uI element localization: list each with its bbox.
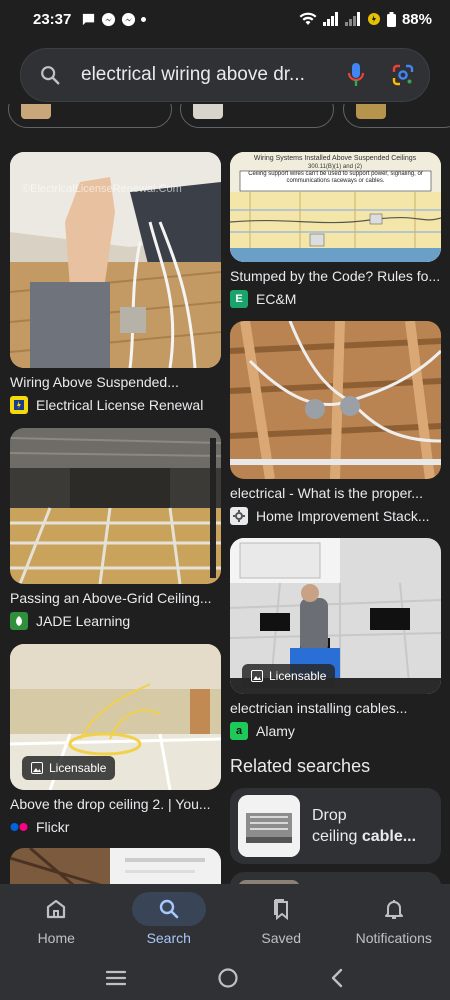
diagram-ref: 300.11(B)(1) and (2)	[308, 164, 362, 170]
filter-chip[interactable]	[343, 104, 450, 128]
result-source[interactable]: Flickr	[10, 818, 221, 836]
related-searches-heading: Related searches	[230, 756, 371, 776]
result-image[interactable]	[10, 428, 221, 584]
messenger-icon	[102, 12, 116, 26]
source-name: Home Improvement Stack...	[256, 508, 430, 524]
licensable-badge: Licensable	[22, 756, 116, 780]
nav-search[interactable]: Search	[113, 884, 226, 956]
wifi-icon	[299, 12, 317, 25]
licensable-badge: Licensable	[242, 664, 336, 688]
source-favicon-icon	[10, 396, 28, 414]
related-search-line2: ceiling cable...	[312, 826, 416, 847]
search-icon	[159, 899, 179, 919]
image-result[interactable]: ©ElectricalLicenseRenewal.Com Wiring Abo…	[10, 152, 221, 414]
result-source[interactable]: JADE Learning	[10, 612, 221, 630]
filter-chip[interactable]	[180, 104, 334, 128]
image-watermark: ©ElectricalLicenseRenewal.Com	[22, 183, 182, 195]
status-time: 23:37	[33, 10, 72, 28]
search-query[interactable]: electrical wiring above dr...	[81, 64, 347, 86]
battery-percent: 88%	[401, 10, 432, 28]
result-source[interactable]: Home Improvement Stack...	[230, 507, 441, 525]
licensable-label: Licensable	[269, 669, 327, 683]
result-caption: electrical - What is the proper...	[230, 485, 423, 501]
nav-home[interactable]: Home	[0, 884, 113, 956]
source-name: JADE Learning	[36, 613, 131, 629]
search-icon	[39, 64, 61, 86]
microphone-icon[interactable]	[347, 62, 365, 88]
related-search-prefix: ceiling	[312, 828, 362, 845]
diagram-title: Wiring Systems Installed Above Suspended…	[254, 155, 417, 162]
source-name: Flickr	[36, 819, 70, 835]
result-source[interactable]: Electrical License Renewal	[10, 396, 221, 414]
filter-chip[interactable]	[8, 104, 172, 128]
source-favicon-icon: E	[230, 290, 248, 308]
system-navigation	[0, 956, 450, 1000]
source-favicon-icon	[230, 507, 248, 525]
result-image[interactable]: Licensable	[230, 538, 441, 694]
google-lens-icon[interactable]	[391, 63, 415, 87]
status-bar: 23:37 88%	[0, 0, 450, 38]
image-icon	[31, 762, 43, 774]
result-image[interactable]: Wiring Systems Installed Above Suspended…	[230, 152, 441, 262]
back-icon[interactable]	[329, 967, 345, 989]
source-name: Alamy	[256, 723, 295, 739]
related-search-bold: cable...	[361, 828, 417, 845]
source-favicon-icon: a	[230, 722, 248, 740]
notification-icons	[81, 12, 147, 27]
related-search-thumbnail	[238, 795, 300, 857]
image-icon	[251, 670, 263, 682]
home-button-icon[interactable]	[217, 967, 239, 989]
nav-notifications-label: Notifications	[355, 930, 432, 946]
bottom-navigation: Home Search Saved Notifications	[0, 884, 450, 956]
signal-icon	[322, 12, 338, 26]
image-result[interactable]: Licensable electrician installing cables…	[230, 538, 441, 740]
source-favicon-icon	[10, 612, 28, 630]
status-right: 88%	[299, 11, 432, 28]
image-result[interactable]: electrical - What is the proper... Home …	[230, 321, 441, 525]
recent-apps-icon[interactable]	[105, 969, 127, 987]
result-image[interactable]	[230, 321, 441, 479]
battery-icon	[386, 11, 396, 27]
result-caption: Passing an Above-Grid Ceiling...	[10, 590, 212, 606]
nav-notifications[interactable]: Notifications	[338, 884, 450, 956]
source-name: EC&M	[256, 291, 297, 307]
result-source[interactable]: E EC&M	[230, 290, 441, 308]
data-saver-icon	[367, 13, 380, 25]
nav-home-label: Home	[37, 930, 75, 946]
nav-search-label: Search	[146, 930, 191, 946]
flickr-icon	[10, 818, 28, 836]
search-bar[interactable]: electrical wiring above dr...	[20, 48, 430, 102]
result-caption: Wiring Above Suspended...	[10, 374, 179, 390]
filter-chips-row	[0, 104, 450, 130]
bell-icon	[384, 900, 403, 919]
screen: 23:37 88% electrical wiring above dr...	[0, 0, 450, 1000]
licensable-label: Licensable	[49, 761, 107, 775]
home-icon	[47, 899, 66, 919]
result-image[interactable]: ©ElectricalLicenseRenewal.Com	[10, 152, 221, 368]
image-result[interactable]: Licensable Above the drop ceiling 2. | Y…	[10, 644, 221, 836]
image-result[interactable]: Wiring Systems Installed Above Suspended…	[230, 152, 441, 308]
image-result[interactable]: Passing an Above-Grid Ceiling... JADE Le…	[10, 428, 221, 630]
diagram-note: Ceiling support wires can't be used to s…	[248, 171, 423, 184]
source-name: Electrical License Renewal	[36, 397, 204, 413]
more-notifications-dot	[141, 16, 147, 22]
messenger-icon-2	[122, 12, 136, 26]
result-source[interactable]: a Alamy	[230, 722, 441, 740]
result-caption: electrician installing cables...	[230, 700, 408, 716]
chat-icon	[83, 13, 95, 25]
result-caption: Above the drop ceiling 2. | You...	[10, 796, 211, 812]
related-search-item[interactable]: Drop ceiling cable...	[230, 788, 441, 864]
result-image[interactable]: Licensable	[10, 644, 221, 790]
result-caption: Stumped by the Code? Rules fo...	[230, 268, 441, 284]
signal-icon-2	[344, 12, 360, 26]
nav-saved-label: Saved	[261, 930, 302, 946]
bookmark-icon	[274, 899, 289, 921]
nav-saved[interactable]: Saved	[225, 884, 338, 956]
related-search-line1: Drop	[312, 807, 347, 824]
